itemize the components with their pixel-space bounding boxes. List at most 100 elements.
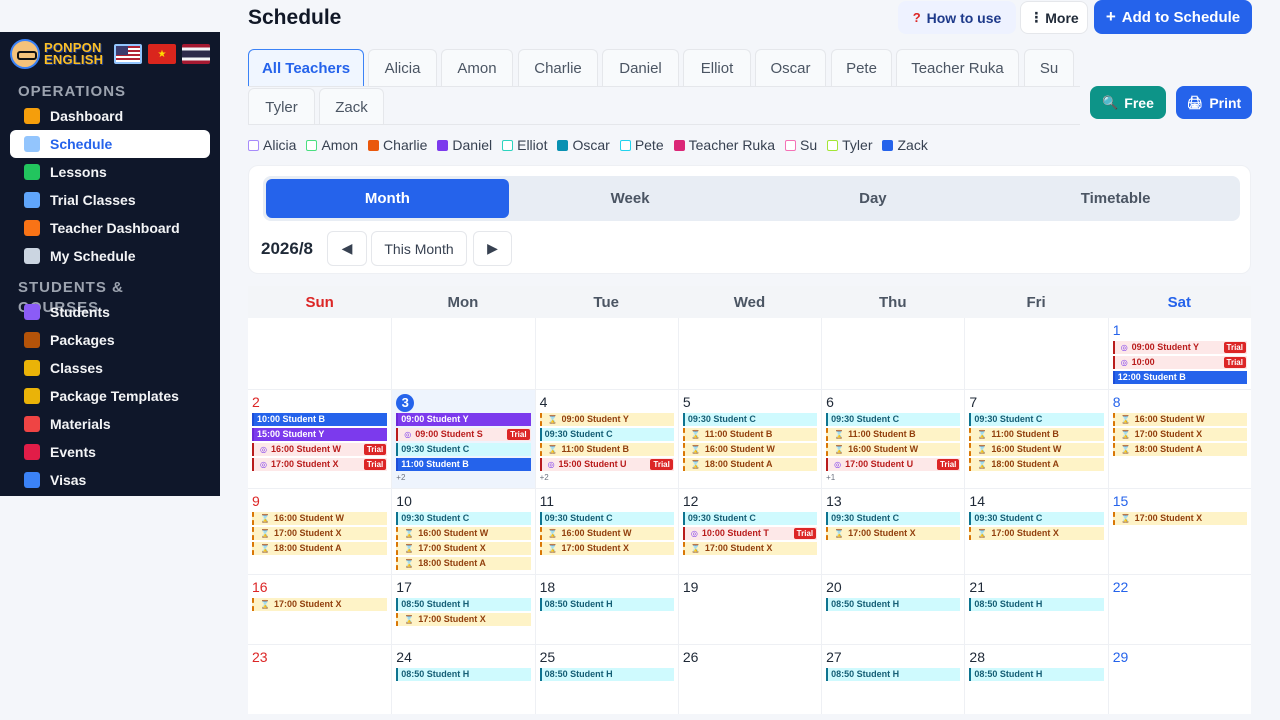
prev-month-button[interactable]: ◀	[327, 231, 367, 266]
calendar-event[interactable]: ◎ 09:00 Student S Trial	[396, 428, 531, 441]
calendar-event[interactable]: ⌛ 17:00 Student X	[826, 527, 961, 540]
calendar-event[interactable]: 09:30 Student C	[396, 443, 531, 456]
sidebar-item-packages[interactable]: Packages	[10, 326, 210, 354]
calendar-event[interactable]: ⌛ 16:00 Student W	[969, 443, 1104, 456]
more-events-link[interactable]: +2	[536, 473, 678, 483]
day-cell-28[interactable]: 28 08:50 Student H	[964, 645, 1107, 714]
calendar-event[interactable]: 10:00 Student B	[252, 413, 388, 426]
calendar-event[interactable]: ◎ 10:00 Trial	[1112, 356, 1247, 369]
calendar-event[interactable]: 09:30 Student C	[396, 512, 531, 525]
calendar-event[interactable]: ⌛ 17:00 Student X	[252, 598, 388, 611]
day-cell-27[interactable]: 27 08:50 Student H	[821, 645, 964, 714]
calendar-event[interactable]: ◎ 17:00 Student X Trial	[252, 458, 388, 471]
calendar-event[interactable]: ⌛ 09:00 Student Y	[539, 413, 674, 426]
tab-teacher-all-teachers[interactable]: All Teachers	[248, 49, 364, 86]
calendar-event[interactable]: 08:50 Student H	[826, 668, 961, 681]
sidebar-item-events[interactable]: Events	[10, 438, 210, 466]
sidebar-item-package-templates[interactable]: Package Templates	[10, 382, 210, 410]
calendar-event[interactable]: 09:30 Student C	[969, 413, 1104, 426]
calendar-event[interactable]: ⌛ 17:00 Student X	[396, 613, 531, 626]
day-cell-19[interactable]: 19	[677, 575, 821, 644]
tab-teacher-tyler[interactable]: Tyler	[248, 88, 315, 125]
calendar-event[interactable]: ◎ 17:00 Student U Trial	[826, 458, 961, 471]
calendar-event[interactable]: ⌛ 18:00 Student A	[396, 557, 531, 570]
calendar-event[interactable]: ⌛ 16:00 Student W	[396, 527, 531, 540]
calendar-event[interactable]: ⌛ 11:00 Student B	[826, 428, 961, 441]
calendar-event[interactable]: ⌛ 17:00 Student X	[252, 527, 388, 540]
day-cell-21[interactable]: 21 08:50 Student H	[964, 575, 1107, 644]
calendar-event[interactable]: ◎ 15:00 Student U Trial	[539, 458, 674, 471]
calendar-event[interactable]: ◎ 16:00 Student W Trial	[252, 443, 388, 456]
day-cell-3[interactable]: 3 09:00 Student Y ◎ 09:00 Student S Trial 09:…	[391, 390, 535, 488]
day-cell-5[interactable]: 5 09:30 Student C ⌛ 11:00 Student B ⌛ 16:00 S…	[677, 390, 821, 488]
calendar-event[interactable]: ⌛ 16:00 Student W	[682, 443, 818, 456]
view-month-button[interactable]: Month	[266, 179, 509, 218]
calendar-event[interactable]: 09:30 Student C	[682, 413, 818, 426]
sidebar-item-materials[interactable]: Materials	[10, 410, 210, 438]
sidebar-item-my-schedule[interactable]: My Schedule	[10, 242, 210, 270]
day-cell-11[interactable]: 11 09:30 Student C ⌛ 16:00 Student W ⌛ 17:00 …	[534, 489, 678, 574]
calendar-event[interactable]: 08:50 Student H	[969, 598, 1104, 611]
tab-teacher-alicia[interactable]: Alicia	[368, 49, 437, 86]
day-cell-25[interactable]: 25 08:50 Student H	[534, 645, 678, 714]
calendar-event[interactable]: 15:00 Student Y	[252, 428, 388, 441]
day-cell-12[interactable]: 12 09:30 Student C ◎ 10:00 Student T Trial ⌛ 1…	[677, 489, 821, 574]
calendar-event[interactable]: 08:50 Student H	[539, 598, 674, 611]
day-cell-17[interactable]: 17 08:50 Student H ⌛ 17:00 Student X	[391, 575, 534, 644]
brand-logo[interactable]: PONPON ENGLISH	[44, 41, 103, 66]
calendar-event[interactable]: 08:50 Student H	[539, 668, 674, 681]
day-cell-8[interactable]: 8 ⌛ 16:00 Student W ⌛ 17:00 Student X ⌛ 18:00 …	[1107, 390, 1251, 488]
tab-teacher-elliot[interactable]: Elliot	[683, 49, 751, 86]
calendar-event[interactable]: ⌛ 16:00 Student W	[1112, 413, 1247, 426]
calendar-event[interactable]: ⌛ 17:00 Student X	[1112, 512, 1247, 525]
day-cell-1[interactable]: 1 ◎ 09:00 Student Y Trial ◎ 10:00 Trial 12:00 S…	[1107, 318, 1251, 389]
day-cell-10[interactable]: 10 09:30 Student C ⌛ 16:00 Student W ⌛ 17:00 …	[391, 489, 534, 574]
tab-teacher-zack[interactable]: Zack	[319, 88, 384, 125]
calendar-event[interactable]: 08:50 Student H	[396, 668, 531, 681]
calendar-event[interactable]: ⌛ 11:00 Student B	[539, 443, 674, 456]
calendar-event[interactable]: ⌛ 17:00 Student X	[1112, 428, 1247, 441]
more-events-link[interactable]: +2	[392, 473, 534, 483]
tab-teacher-charlie[interactable]: Charlie	[518, 49, 598, 86]
view-timetable-button[interactable]: Timetable	[994, 179, 1237, 218]
view-week-button[interactable]: Week	[509, 179, 752, 218]
how-to-use-button[interactable]: ? How to use	[898, 1, 1016, 34]
day-cell-22[interactable]: 22	[1107, 575, 1251, 644]
day-cell-13[interactable]: 13 09:30 Student C ⌛ 17:00 Student X	[821, 489, 964, 574]
calendar-event[interactable]: ⌛ 17:00 Student X	[682, 542, 818, 555]
calendar-event[interactable]: ◎ 10:00 Student T Trial	[682, 527, 818, 540]
sidebar-item-schedule[interactable]: Schedule	[10, 130, 210, 158]
calendar-event[interactable]: ⌛ 18:00 Student A	[252, 542, 388, 555]
calendar-event[interactable]: ⌛ 11:00 Student B	[969, 428, 1104, 441]
calendar-event[interactable]: ⌛ 16:00 Student W	[826, 443, 961, 456]
calendar-event[interactable]: ⌛ 17:00 Student X	[396, 542, 531, 555]
day-cell-2[interactable]: 2 10:00 Student B 15:00 Student Y ◎ 16:00 St…	[248, 390, 391, 488]
day-cell-14[interactable]: 14 09:30 Student C ⌛ 17:00 Student X	[964, 489, 1107, 574]
calendar-event[interactable]: 09:30 Student C	[826, 512, 961, 525]
sidebar-item-classes[interactable]: Classes	[10, 354, 210, 382]
calendar-event[interactable]: 09:30 Student C	[539, 512, 674, 525]
calendar-event[interactable]: ⌛ 18:00 Student A	[969, 458, 1104, 471]
day-cell-24[interactable]: 24 08:50 Student H	[391, 645, 534, 714]
tab-teacher-amon[interactable]: Amon	[441, 49, 513, 86]
tab-teacher-daniel[interactable]: Daniel	[602, 49, 679, 86]
day-cell-20[interactable]: 20 08:50 Student H	[821, 575, 964, 644]
calendar-event[interactable]: ⌛ 16:00 Student W	[252, 512, 388, 525]
sidebar-item-lessons[interactable]: Lessons	[10, 158, 210, 186]
calendar-event[interactable]: 09:30 Student C	[682, 512, 818, 525]
calendar-event[interactable]: 12:00 Student B	[1112, 371, 1247, 384]
calendar-event[interactable]: 09:30 Student C	[539, 428, 674, 441]
day-cell-9[interactable]: 9 ⌛ 16:00 Student W ⌛ 17:00 Student X ⌛ 18:00 …	[248, 489, 391, 574]
print-button[interactable]: 🖨 Print	[1176, 86, 1252, 119]
day-cell-4[interactable]: 4 ⌛ 09:00 Student Y 09:30 Student C ⌛ 11:00 S…	[534, 390, 678, 488]
tab-teacher-pete[interactable]: Pete	[831, 49, 892, 86]
day-cell-18[interactable]: 18 08:50 Student H	[534, 575, 678, 644]
vietnam-flag-icon[interactable]: ★	[148, 44, 176, 64]
more-button[interactable]: ⋮ More	[1020, 1, 1088, 34]
day-cell-7[interactable]: 7 09:30 Student C ⌛ 11:00 Student B ⌛ 16:00 S…	[964, 390, 1107, 488]
tab-teacher-teacher-ruka[interactable]: Teacher Ruka	[896, 49, 1019, 86]
calendar-event[interactable]: 08:50 Student H	[396, 598, 531, 611]
calendar-event[interactable]: ⌛ 18:00 Student A	[1112, 443, 1247, 456]
sidebar-item-trial-classes[interactable]: Trial Classes	[10, 186, 210, 214]
tab-teacher-oscar[interactable]: Oscar	[755, 49, 826, 86]
